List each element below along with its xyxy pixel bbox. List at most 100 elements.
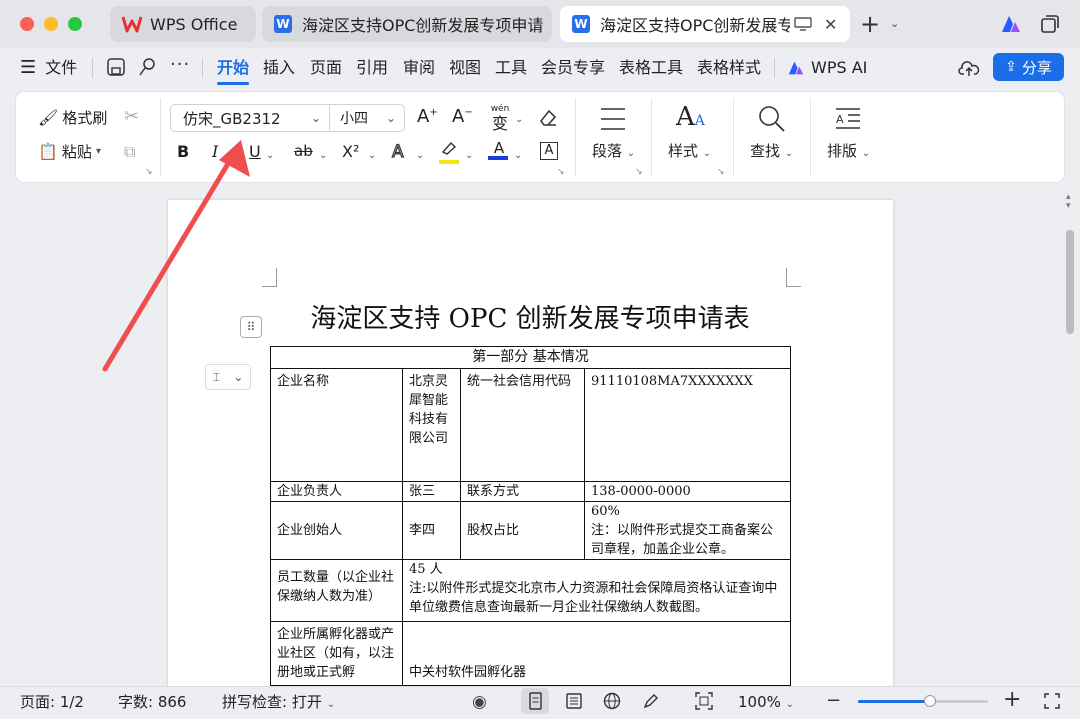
- zoom-out-icon[interactable]: −: [826, 690, 841, 711]
- staff-count-cell[interactable]: 45 人 注:以附件形式提交北京市人力资源和社会保障局资格认证查询中单位缴费信息…: [402, 559, 791, 622]
- close-tab-icon[interactable]: ✕: [824, 15, 837, 34]
- save-icon[interactable]: [106, 57, 126, 77]
- eye-icon[interactable]: ◉: [472, 692, 487, 712]
- owner-value[interactable]: 张三: [402, 481, 461, 502]
- tab-tools[interactable]: 工具: [495, 56, 527, 80]
- company-name-value[interactable]: 北京灵犀智能科技有限公司: [402, 368, 461, 482]
- minimize-window-button[interactable]: [44, 17, 58, 31]
- divider: [774, 58, 775, 78]
- scissors-icon[interactable]: ✂: [124, 106, 139, 127]
- dialog-launcher-icon[interactable]: ↘: [557, 167, 565, 177]
- font-color-button[interactable]: A: [488, 140, 510, 160]
- page-view-icon: [529, 692, 542, 710]
- margin-mark: [786, 268, 801, 287]
- contact-value[interactable]: 138-0000-0000: [584, 481, 791, 502]
- staff-count-value: 45 人: [409, 562, 443, 577]
- dialog-launcher-icon[interactable]: ↘: [717, 167, 725, 177]
- find-button[interactable]: 查找 ⌄: [750, 141, 793, 164]
- paragraph-icon[interactable]: [599, 106, 627, 132]
- spellcheck-toggle[interactable]: 拼写检查: 打开 ⌄: [222, 692, 335, 715]
- equity-value: 60%: [591, 504, 620, 519]
- contact-label: 联系方式: [460, 481, 585, 502]
- superscript-button[interactable]: X²: [342, 142, 359, 161]
- founder-value[interactable]: 李四: [402, 501, 461, 560]
- chevron-down-icon[interactable]: ⌄: [319, 150, 327, 161]
- zoom-in-icon[interactable]: +: [1003, 687, 1021, 712]
- layout-icon[interactable]: A: [834, 106, 862, 132]
- equity-cell[interactable]: 60% 注：以附件形式提交工商备案公司章程，加盖企业公章。: [584, 501, 791, 560]
- tab-wps-office[interactable]: WPS Office: [110, 6, 256, 42]
- chevron-down-icon[interactable]: ⌄: [266, 150, 274, 161]
- layout-button[interactable]: 排版 ⌄: [827, 141, 870, 164]
- divider: [810, 98, 811, 176]
- wps-ai-logo-icon[interactable]: [1000, 14, 1022, 34]
- tab-table-tools[interactable]: 表格工具: [619, 56, 683, 80]
- chevron-down-icon[interactable]: ⌄: [368, 150, 376, 161]
- tab-view[interactable]: 视图: [449, 56, 481, 80]
- tab-home[interactable]: 开始: [217, 56, 249, 80]
- web-view-globe-icon[interactable]: [603, 692, 621, 710]
- text-effect-button[interactable]: A: [391, 141, 404, 162]
- pin-icon[interactable]: [137, 57, 157, 77]
- dialog-launcher-icon[interactable]: ↘: [635, 167, 643, 177]
- chevron-down-icon[interactable]: ⌄: [515, 114, 523, 125]
- tab-member[interactable]: 会员专享: [541, 56, 605, 80]
- incubator-value[interactable]: 中关村软件园孵化器: [402, 621, 791, 686]
- tab-review[interactable]: 审阅: [403, 56, 435, 80]
- chevron-down-icon: ⌄: [785, 699, 795, 710]
- wps-ai-button[interactable]: WPS AI: [787, 56, 867, 80]
- chevron-down-icon[interactable]: ⌄: [416, 150, 424, 161]
- eraser-icon[interactable]: [538, 108, 558, 128]
- window-restore-icon[interactable]: [1040, 14, 1060, 34]
- strikethrough-button[interactable]: ab: [294, 142, 313, 160]
- styles-icon[interactable]: AA: [676, 102, 705, 132]
- styles-button[interactable]: 样式 ⌄: [668, 141, 711, 164]
- share-button[interactable]: ⇪ 分享: [993, 53, 1064, 81]
- find-label: 查找: [750, 142, 781, 160]
- tab-document-1[interactable]: W 海淀区支持OPC创新发展专项申请: [262, 6, 552, 42]
- tab-list-chevron-icon[interactable]: ⌄: [890, 17, 899, 30]
- font-size-select[interactable]: 小四 ⌄: [329, 104, 405, 132]
- page-view-button-active[interactable]: [521, 688, 549, 714]
- outline-view-icon[interactable]: [565, 692, 583, 710]
- word-doc-icon: W: [274, 15, 292, 33]
- decrease-font-size-icon[interactable]: A−: [452, 106, 473, 127]
- chevron-down-icon: ⌄: [326, 699, 335, 710]
- chevron-down-icon[interactable]: ⌄: [514, 150, 522, 161]
- word-count[interactable]: 字数: 866: [118, 692, 186, 712]
- file-menu[interactable]: ☰ 文件: [20, 56, 77, 80]
- character-border-button[interactable]: A: [540, 142, 558, 160]
- tab-table-style[interactable]: 表格样式: [697, 56, 761, 80]
- tab-document-2-active[interactable]: W 海淀区支持OPC创新发展专项申请 ✕: [560, 6, 850, 42]
- tab-page[interactable]: 页面: [310, 56, 342, 80]
- paragraph-button[interactable]: 段落 ⌄: [592, 141, 635, 164]
- zoom-slider-knob[interactable]: [923, 695, 936, 707]
- scroll-up-icon[interactable]: ▴ ▾: [1066, 193, 1071, 211]
- new-tab-plus-icon[interactable]: +: [860, 10, 880, 38]
- tab-references[interactable]: 引用: [356, 56, 388, 80]
- tab-insert[interactable]: 插入: [263, 56, 295, 80]
- search-icon[interactable]: [757, 104, 787, 134]
- zoom-slider[interactable]: [858, 695, 988, 707]
- close-window-button[interactable]: [20, 17, 34, 31]
- pinyin-guide-button[interactable]: wén 变: [488, 104, 512, 133]
- credit-code-value[interactable]: 91110108MA7XXXXXXX: [584, 368, 791, 482]
- page-indicator[interactable]: 页面: 1/2: [20, 692, 84, 712]
- more-icon[interactable]: ···: [170, 54, 190, 75]
- font-name-select[interactable]: 仿宋_GB2312 ⌄: [170, 104, 330, 132]
- zoom-window-button[interactable]: [68, 17, 82, 31]
- highlight-button[interactable]: [439, 140, 461, 164]
- cloud-upload-icon[interactable]: [958, 58, 980, 78]
- menu-bar: [0, 48, 1080, 88]
- vertical-scrollbar-thumb[interactable]: [1066, 230, 1074, 334]
- divider: [575, 98, 576, 176]
- fit-page-icon[interactable]: [695, 692, 713, 710]
- format-painter-button[interactable]: 🖌 格式刷: [38, 108, 107, 128]
- increase-font-size-icon[interactable]: A+: [417, 106, 438, 127]
- paste-button[interactable]: 📋 粘贴 ▾: [38, 142, 101, 162]
- pen-edit-icon[interactable]: [642, 692, 660, 710]
- zoom-level-select[interactable]: 100% ⌄: [738, 692, 794, 715]
- chevron-down-icon[interactable]: ⌄: [465, 150, 473, 161]
- fullscreen-icon[interactable]: [1043, 692, 1061, 710]
- monitor-icon[interactable]: [794, 17, 812, 31]
